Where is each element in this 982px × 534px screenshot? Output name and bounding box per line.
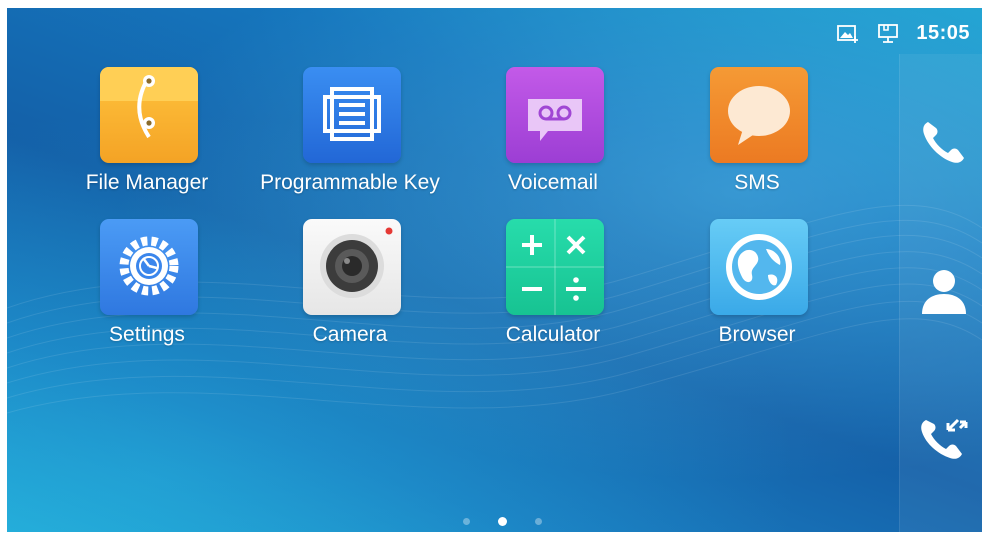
phone-icon[interactable] bbox=[918, 116, 970, 168]
app-label: Calculator bbox=[505, 323, 601, 346]
home-screen: 15:05 File Manager Programmable Key Voic… bbox=[7, 8, 982, 532]
status-bar: 15:05 bbox=[836, 20, 970, 46]
file-manager-icon bbox=[100, 67, 198, 163]
camera-icon bbox=[303, 219, 401, 315]
screenshot-icon bbox=[837, 25, 859, 43]
quick-access-panel bbox=[899, 54, 982, 532]
app-file-manager[interactable]: File Manager bbox=[52, 67, 242, 207]
app-label: Camera bbox=[312, 323, 388, 346]
app-camera[interactable]: Camera bbox=[255, 219, 445, 359]
network-icon bbox=[878, 24, 899, 43]
page-dot-3[interactable] bbox=[535, 518, 542, 525]
browser-icon bbox=[710, 219, 808, 315]
page-dot-2[interactable] bbox=[498, 517, 507, 526]
calculator-icon bbox=[506, 219, 604, 315]
voicemail-icon bbox=[506, 67, 604, 163]
call-history-icon[interactable] bbox=[918, 410, 970, 462]
app-label: Browser bbox=[718, 323, 796, 346]
app-calculator[interactable]: Calculator bbox=[458, 219, 648, 359]
page-indicator bbox=[463, 517, 542, 526]
app-programmable-key[interactable]: Programmable Key bbox=[255, 67, 445, 207]
sms-icon bbox=[710, 67, 808, 163]
app-label: SMS bbox=[734, 171, 780, 194]
programmable-key-icon bbox=[303, 67, 401, 163]
contacts-icon[interactable] bbox=[918, 266, 970, 318]
app-sms[interactable]: SMS bbox=[662, 67, 852, 207]
app-voicemail[interactable]: Voicemail bbox=[458, 67, 648, 207]
app-label: Settings bbox=[109, 323, 185, 346]
app-label: Programmable Key bbox=[260, 171, 440, 194]
settings-icon bbox=[100, 219, 198, 315]
app-label: File Manager bbox=[85, 171, 209, 194]
app-browser[interactable]: Browser bbox=[662, 219, 852, 359]
status-time: 15:05 bbox=[916, 21, 970, 44]
app-label: Voicemail bbox=[508, 171, 598, 194]
app-settings[interactable]: Settings bbox=[52, 219, 242, 359]
page-dot-1[interactable] bbox=[463, 518, 470, 525]
